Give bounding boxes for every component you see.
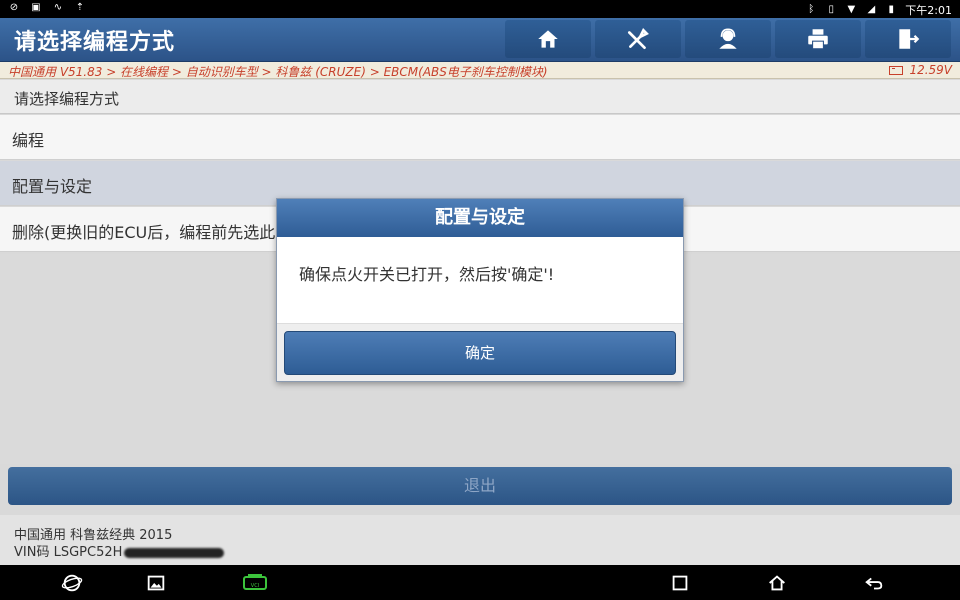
modal-overlay: 配置与设定 确保点火开关已打开，然后按'确定'! 确定	[0, 0, 960, 565]
home-nav-icon[interactable]	[766, 572, 788, 594]
browser-icon[interactable]	[61, 572, 83, 594]
screenshot-icon[interactable]	[145, 572, 167, 594]
dialog-footer: 确定	[277, 323, 683, 381]
svg-text:VCI: VCI	[251, 583, 259, 589]
vci-icon[interactable]: VCI	[242, 572, 268, 594]
ok-button[interactable]: 确定	[284, 331, 676, 375]
android-nav-bar: VCI	[0, 565, 960, 600]
recent-apps-icon[interactable]	[669, 572, 691, 594]
dialog-message: 确保点火开关已打开，然后按'确定'!	[277, 237, 683, 323]
confirm-dialog: 配置与设定 确保点火开关已打开，然后按'确定'! 确定	[276, 198, 684, 382]
dialog-title: 配置与设定	[277, 199, 683, 237]
back-icon[interactable]	[863, 572, 885, 594]
